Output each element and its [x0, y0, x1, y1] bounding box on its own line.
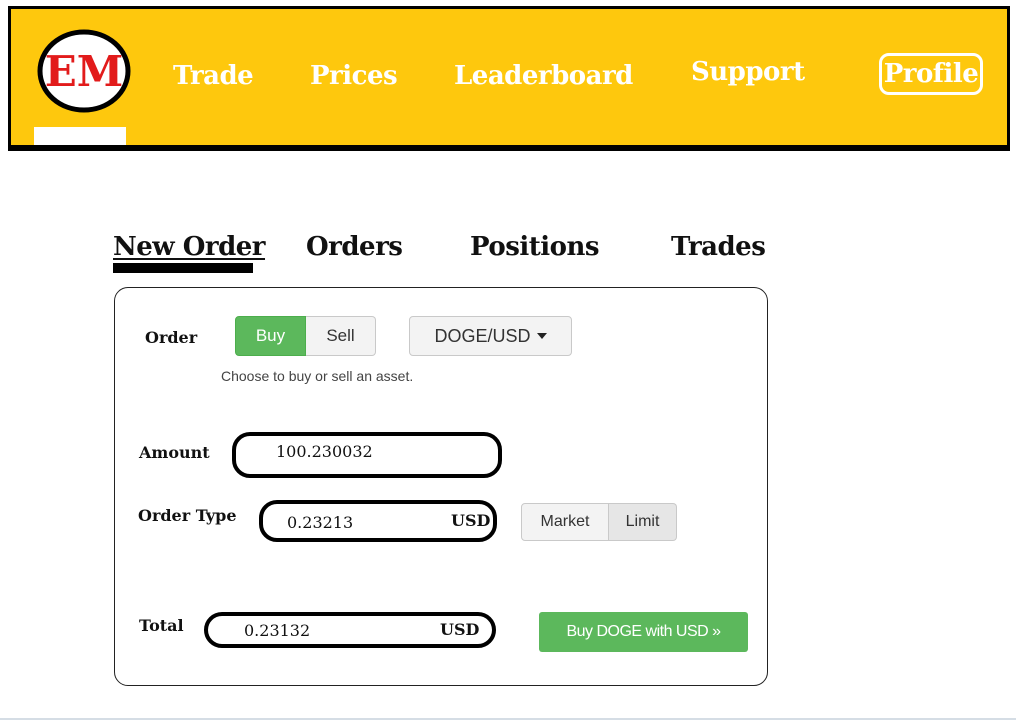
- sell-button[interactable]: Sell: [306, 316, 376, 356]
- side-toggle: Buy Sell: [235, 316, 376, 356]
- amount-value: 100.230032: [276, 442, 373, 461]
- price-value: 0.23213: [287, 513, 354, 532]
- pair-select-value: DOGE/USD: [434, 325, 531, 346]
- submit-buy-button[interactable]: Buy DOGE with USD »: [539, 612, 748, 652]
- total-label: Total: [139, 616, 184, 635]
- active-tab-indicator: [113, 263, 253, 273]
- caret-down-icon: [536, 333, 547, 339]
- nav-trade[interactable]: Trade: [173, 61, 254, 91]
- top-nav-bar: EM Trade Prices Leaderboard Support Prof…: [8, 6, 1010, 151]
- amount-input[interactable]: 100.230032: [232, 432, 502, 478]
- order-form-panel: Order Buy Sell DOGE/USD Choose to buy or…: [114, 287, 768, 686]
- tab-new-order[interactable]: New Order: [113, 232, 266, 262]
- amount-label: Amount: [139, 443, 210, 462]
- price-unit: USD: [451, 511, 491, 530]
- buy-button[interactable]: Buy: [235, 316, 306, 356]
- logo[interactable]: EM: [37, 29, 133, 117]
- price-input[interactable]: 0.23213 USD: [259, 500, 497, 542]
- order-type-toggle: Market Limit: [521, 503, 677, 541]
- logo-text: EM: [45, 47, 124, 96]
- total-input[interactable]: 0.23132 USD: [204, 612, 496, 648]
- limit-button[interactable]: Limit: [609, 503, 677, 541]
- total-value: 0.23132: [244, 621, 311, 640]
- tab-orders[interactable]: Orders: [306, 232, 403, 262]
- order-label: Order: [145, 328, 198, 347]
- nav-support[interactable]: Support: [691, 57, 805, 87]
- order-type-label: Order Type: [138, 506, 237, 525]
- side-help-text: Choose to buy or sell an asset.: [221, 368, 414, 384]
- tab-trades[interactable]: Trades: [671, 232, 766, 262]
- tab-positions[interactable]: Positions: [470, 232, 599, 262]
- nav-leaderboard[interactable]: Leaderboard: [454, 61, 633, 91]
- nav-profile-button[interactable]: Profile: [879, 53, 983, 95]
- logo-icon: EM: [37, 29, 131, 113]
- logo-underline: [34, 127, 126, 145]
- page-divider: [0, 718, 1016, 720]
- total-unit: USD: [440, 620, 480, 639]
- nav-prices[interactable]: Prices: [310, 61, 398, 91]
- pair-select[interactable]: DOGE/USD: [409, 316, 572, 356]
- market-button[interactable]: Market: [521, 503, 609, 541]
